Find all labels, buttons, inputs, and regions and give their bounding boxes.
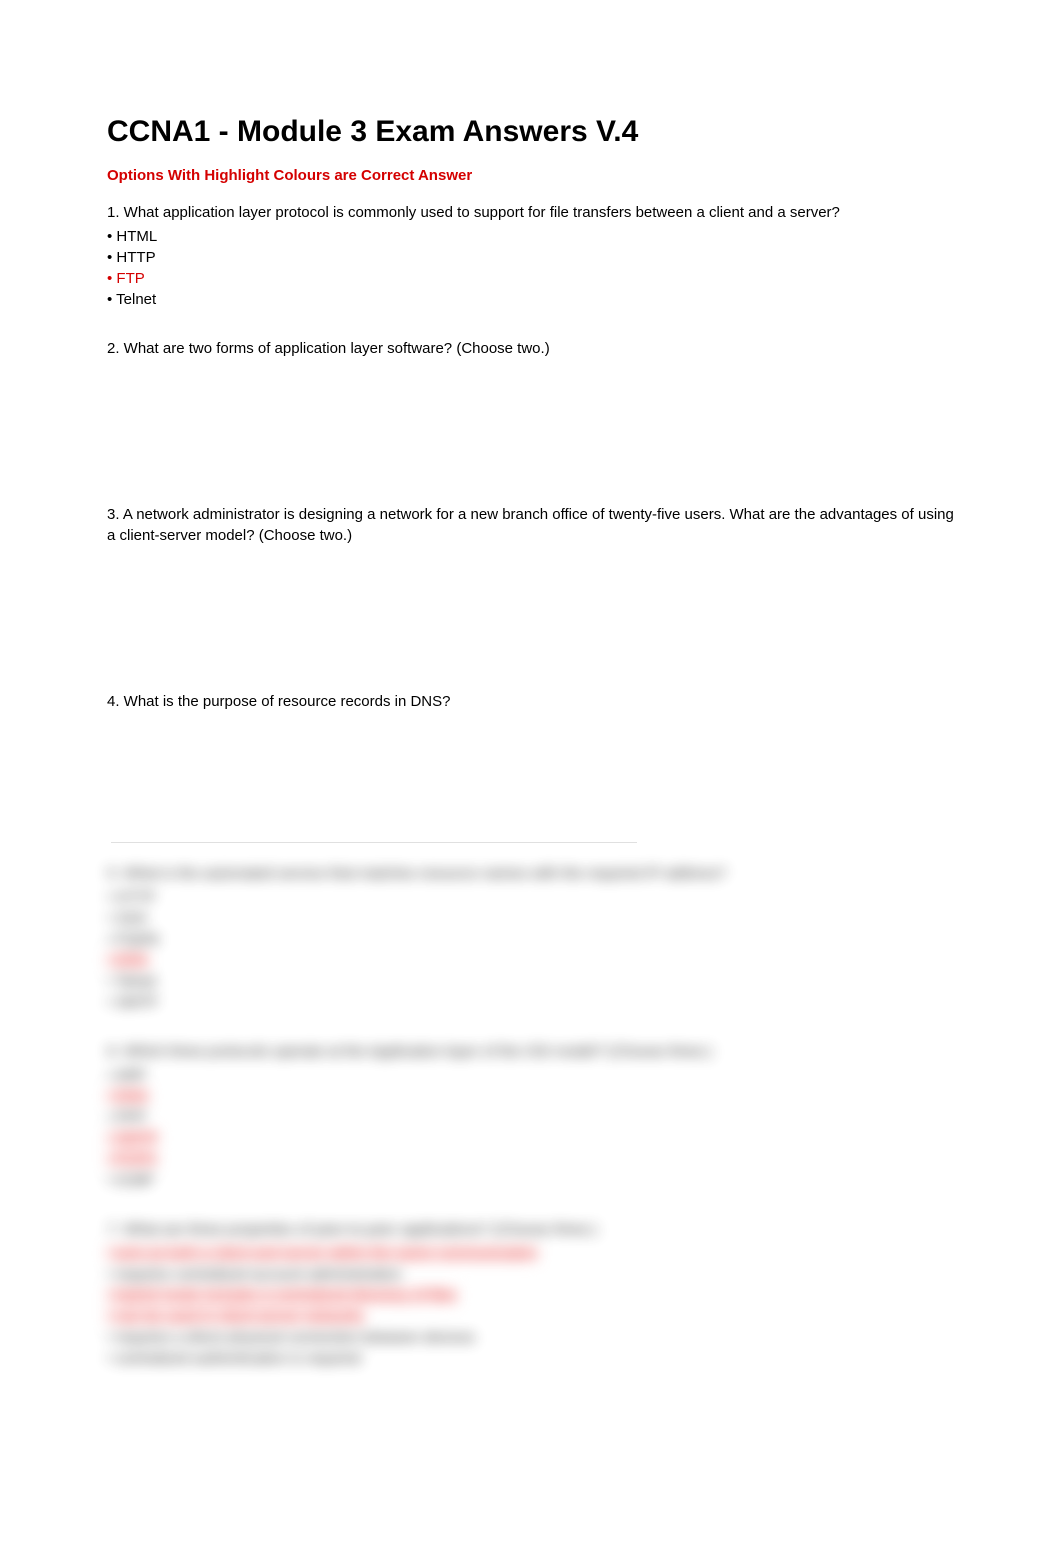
question-4: 4. What is the purpose of resource recor… [107, 691, 955, 712]
document-content: CCNA1 - Module 3 Exam Answers V.4 Option… [0, 0, 1062, 1369]
section-divider [111, 842, 637, 843]
instruction-text: Options With Highlight Colours are Corre… [107, 167, 955, 184]
question-text: 6. Which three protocols operate at the … [107, 1041, 955, 1062]
option-correct: • POP3 [107, 1151, 156, 1168]
option-correct: • acts as both a client and server withi… [107, 1245, 537, 1262]
option: • SMTP [107, 992, 955, 1013]
question-text: 2. What are two forms of application lay… [107, 338, 955, 359]
question-text: 7. What are three properties of peer-to-… [107, 1219, 955, 1240]
option: • ARP [107, 1065, 955, 1086]
option: • requires centralized account administr… [107, 1264, 955, 1285]
question-6-blurred: 6. Which three protocols operate at the … [107, 1041, 955, 1191]
question-1: 1. What application layer protocol is co… [107, 202, 955, 310]
option-telnet: • Telnet [107, 289, 955, 310]
option: • requires a direct physical connection … [107, 1327, 955, 1348]
question-3: 3. A network administrator is designing … [107, 504, 955, 546]
option: • FQDN [107, 929, 955, 950]
option-correct: • DNS [107, 952, 148, 969]
option: • PPP [107, 1107, 955, 1128]
option-correct: • can be used in client-server networks [107, 1308, 364, 1325]
question-text: 4. What is the purpose of resource recor… [107, 691, 955, 712]
option: • HTTP [107, 887, 955, 908]
option: • ICMP [107, 1170, 955, 1191]
question-text: 5. What is the automated service that ma… [107, 863, 955, 884]
option-html: • HTML [107, 226, 955, 247]
page-title: CCNA1 - Module 3 Exam Answers V.4 [107, 115, 955, 149]
question-text: 1. What application layer protocol is co… [107, 202, 955, 223]
option-correct: • SMTP [107, 1130, 158, 1147]
option: • Telnet [107, 971, 955, 992]
option: • centralized authentication is required [107, 1348, 955, 1369]
option: • SSH [107, 908, 955, 929]
question-text: 3. A network administrator is designing … [107, 504, 955, 546]
option-correct: • hybrid mode includes a centralized dir… [107, 1287, 457, 1304]
question-7-blurred: 7. What are three properties of peer-to-… [107, 1219, 955, 1369]
question-2: 2. What are two forms of application lay… [107, 338, 955, 359]
question-5-blurred: 5. What is the automated service that ma… [107, 863, 955, 1013]
option-http: • HTTP [107, 247, 955, 268]
blurred-preview: 5. What is the automated service that ma… [107, 863, 955, 1369]
option-correct: • DNS [107, 1088, 148, 1105]
option-ftp-correct: • FTP [107, 268, 955, 289]
